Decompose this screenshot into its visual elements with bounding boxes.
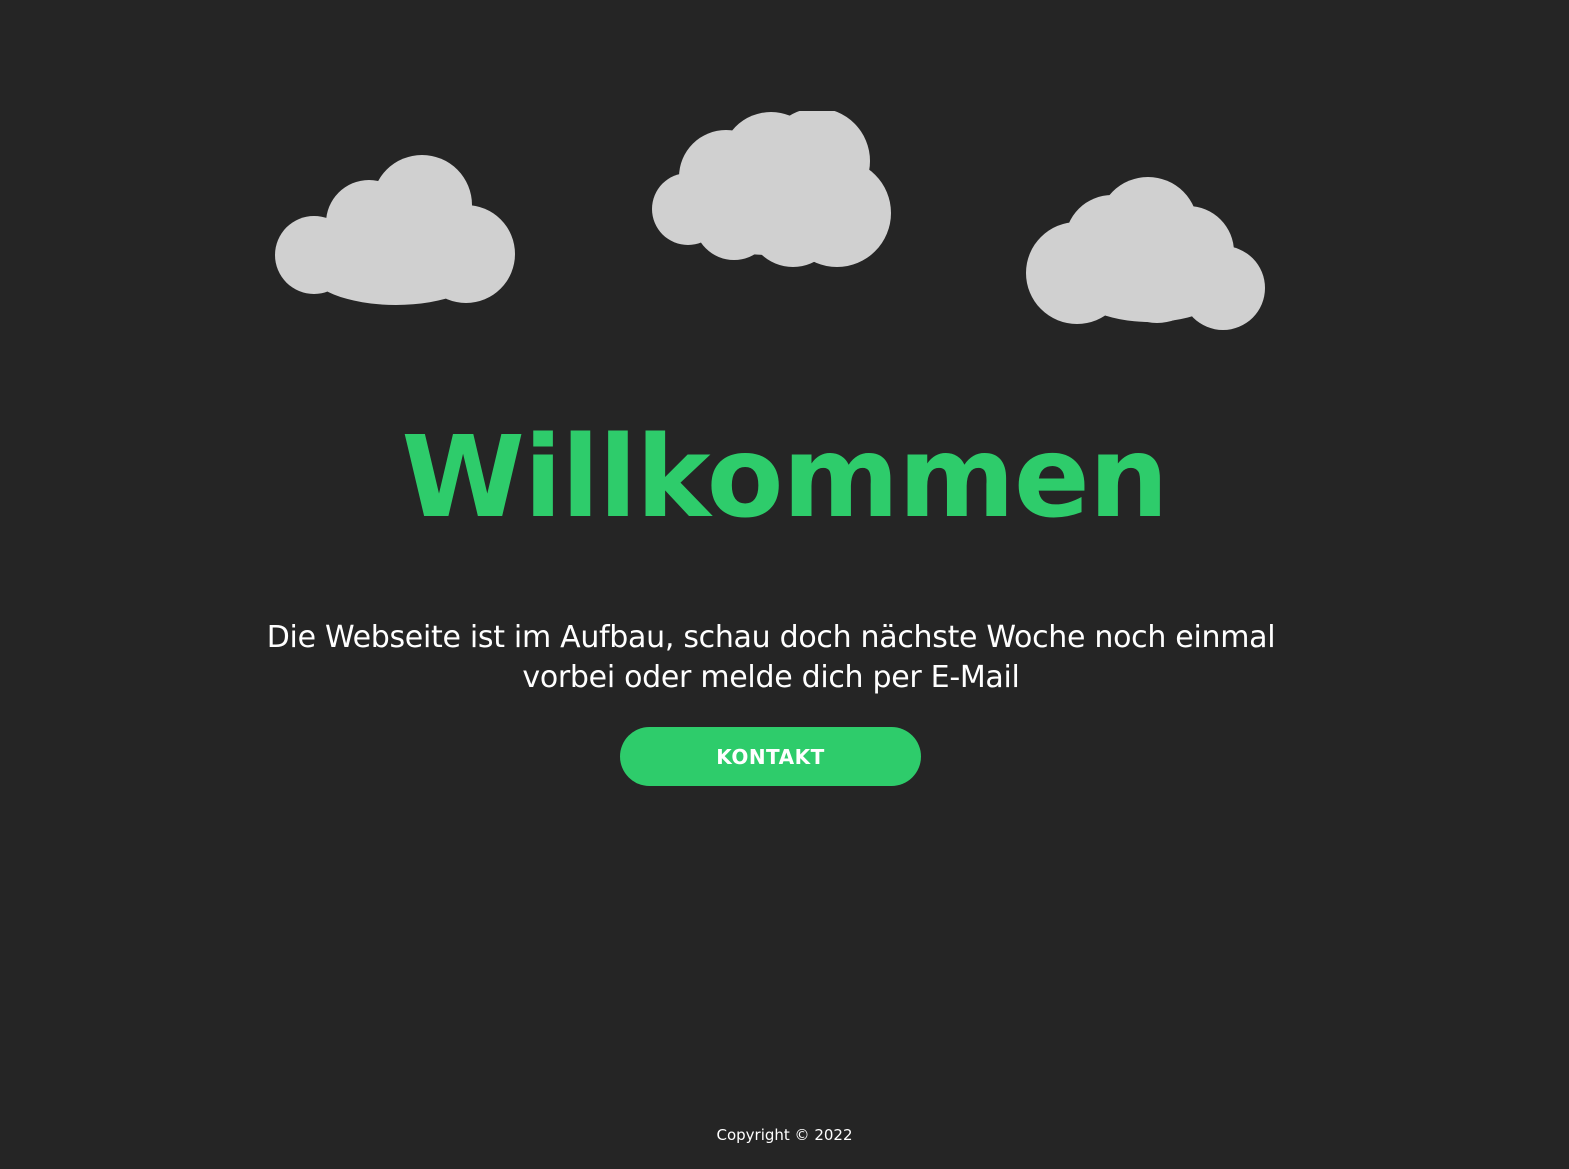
construction-message: Die Webseite ist im Aufbau, schau doch n… [266, 620, 1276, 695]
page-title: Willkommen [401, 413, 1168, 543]
contact-button[interactable]: KONTAKT [620, 727, 921, 786]
cloud-icon [275, 155, 515, 305]
cloud-icon [652, 111, 891, 267]
cloud-icon [1026, 177, 1265, 330]
footer-copyright: Copyright © 2022 [716, 1126, 853, 1144]
